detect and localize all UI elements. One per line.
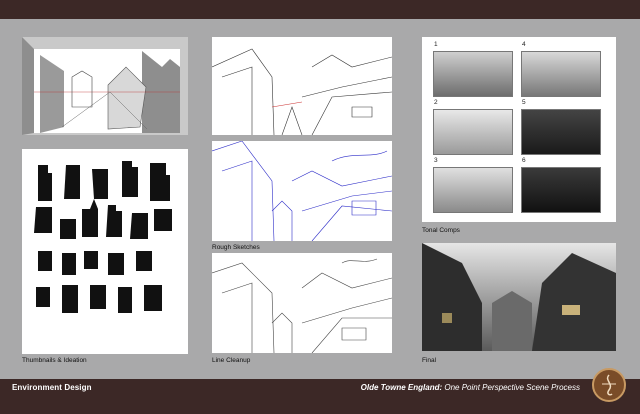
tonal-comps-panel: 1 2 3 4 5 6 bbox=[422, 37, 616, 222]
rough-sketches-caption: Rough Sketches bbox=[212, 244, 260, 251]
tonal-number: 2 bbox=[434, 99, 438, 106]
tonal-comp-3 bbox=[433, 167, 513, 213]
tonal-number: 5 bbox=[522, 99, 526, 106]
tonal-comp-6 bbox=[521, 167, 601, 213]
tonal-comp-2 bbox=[433, 109, 513, 155]
thumbnails-panel bbox=[22, 149, 188, 354]
final-caption: Final bbox=[422, 357, 437, 364]
footer-project-name: Olde Towne England: bbox=[360, 383, 443, 392]
final-render-panel bbox=[422, 243, 616, 351]
footer-project-subtitle: One Point Perspective Scene Process bbox=[442, 383, 580, 392]
line-cleanup-panel bbox=[212, 253, 392, 353]
tonal-number: 3 bbox=[434, 157, 438, 164]
logo-emblem bbox=[592, 368, 626, 402]
tonal-comp-5 bbox=[521, 109, 601, 155]
tonal-number: 1 bbox=[434, 41, 438, 48]
top-bar bbox=[0, 0, 640, 19]
footer-right-title: Olde Towne England: One Point Perspectiv… bbox=[361, 383, 580, 392]
rough-sketch-blue bbox=[212, 141, 392, 241]
perspective-sketch-panel bbox=[22, 37, 188, 135]
rough-sketch-pencil bbox=[212, 37, 392, 135]
tonal-number: 4 bbox=[522, 41, 526, 48]
tonal-comp-1 bbox=[433, 51, 513, 97]
tonal-number: 6 bbox=[522, 157, 526, 164]
thumbnails-caption: Thumbnails & Ideation bbox=[22, 357, 87, 364]
tonal-comp-4 bbox=[521, 51, 601, 97]
line-cleanup-caption: Line Cleanup bbox=[212, 357, 251, 364]
footer-bar: Environment Design Olde Towne England: O… bbox=[0, 379, 640, 414]
tonal-comps-caption: Tonal Comps bbox=[422, 227, 460, 234]
footer-left-title: Environment Design bbox=[12, 383, 92, 392]
